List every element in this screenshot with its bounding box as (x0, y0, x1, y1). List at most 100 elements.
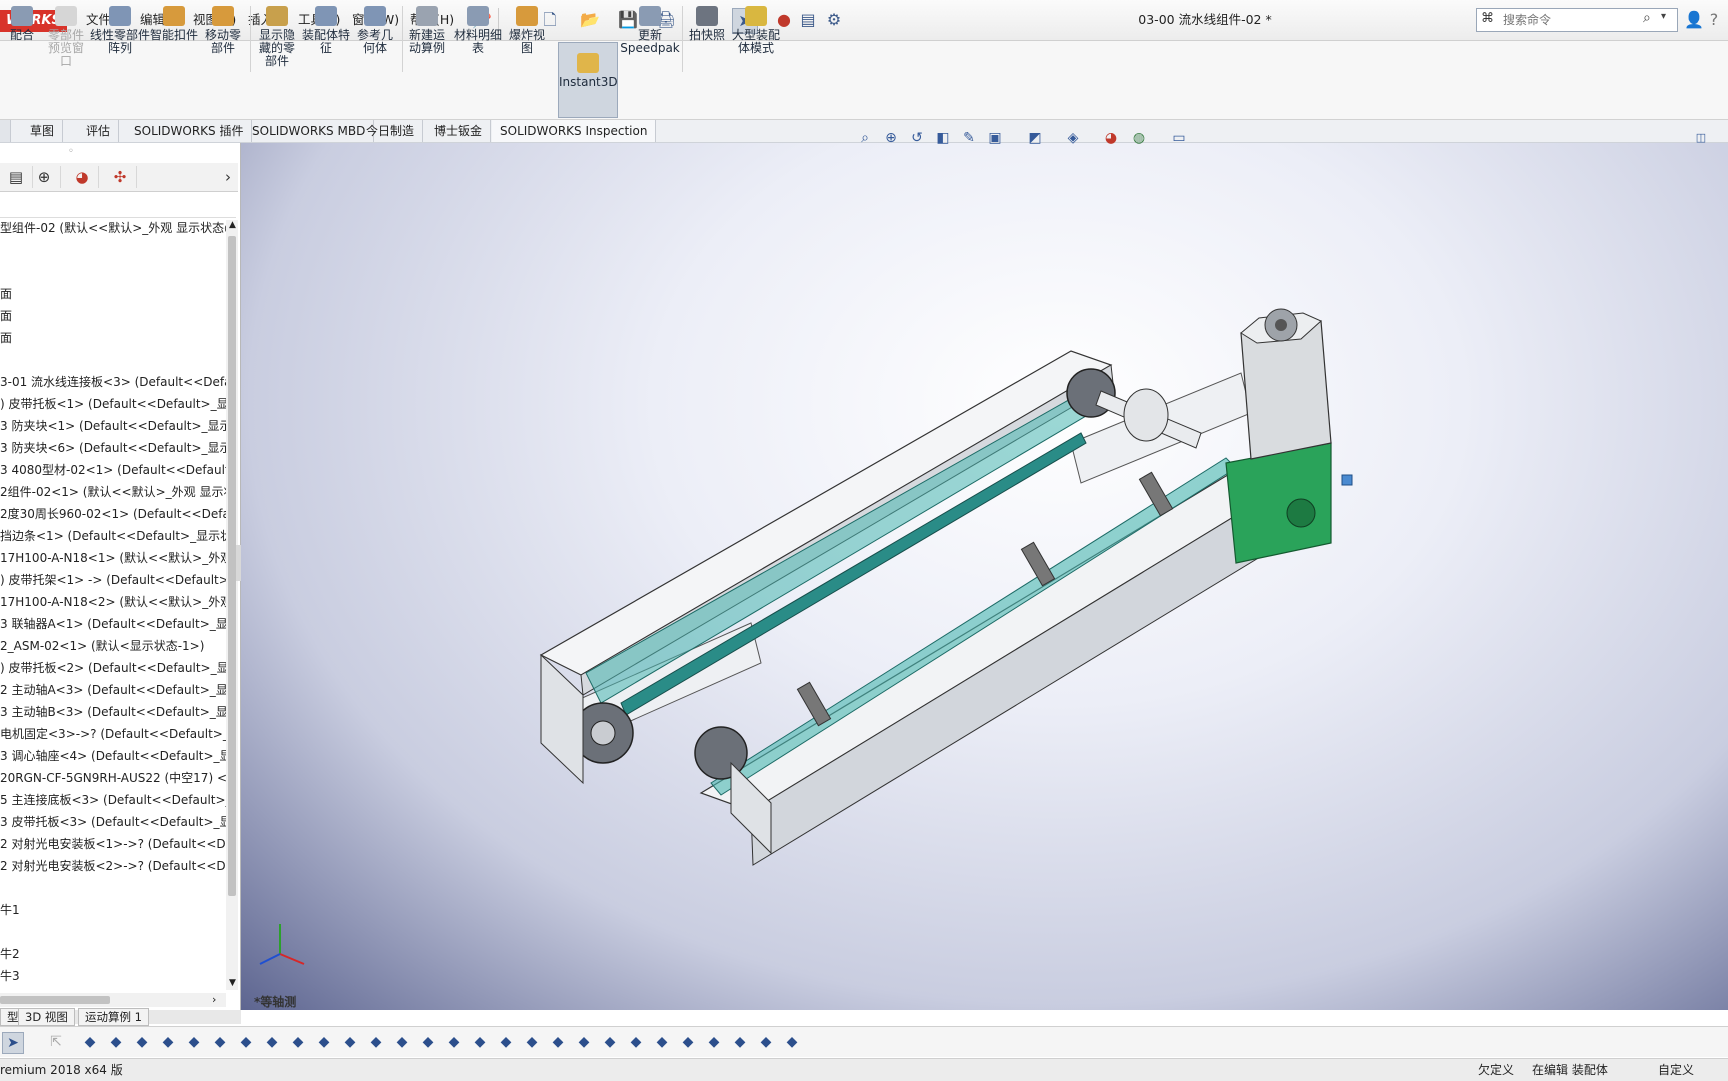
tab-sketch[interactable]: 草图 (22, 120, 64, 142)
tree-item[interactable] (0, 262, 226, 282)
move-icon[interactable]: ◆ (756, 1032, 776, 1052)
tree-item[interactable]: 3 4080型材-02<1> (Default<<Default>_显 (0, 460, 226, 480)
dynamic-annotation-icon[interactable]: ✎ (958, 128, 980, 148)
view-settings-icon[interactable]: ▭ (1168, 128, 1190, 148)
reference-geometry-button[interactable]: 参考几何体 (352, 6, 398, 76)
cube-icon[interactable]: ◆ (184, 1032, 204, 1052)
chevron-right-icon[interactable]: › (218, 166, 238, 188)
centerline-icon[interactable]: ◆ (106, 1032, 126, 1052)
tree-filter[interactable] (0, 193, 236, 218)
file-properties-icon[interactable]: ▤ (796, 8, 820, 32)
configuration-manager-icon[interactable]: ⊕ (28, 166, 61, 188)
exploded-view-button[interactable]: 爆炸视图 (504, 6, 550, 76)
tab-solidworks-addins[interactable]: SOLIDWORKS 插件 (126, 120, 253, 142)
show-icon[interactable]: ◆ (678, 1032, 698, 1052)
search-box[interactable]: ⌘ ⌕ ▾ (1476, 8, 1678, 32)
polygon-icon[interactable]: ◆ (158, 1032, 178, 1052)
assembly-features-button[interactable]: 装配体特征 (302, 6, 350, 76)
triad-handle[interactable] (1341, 474, 1353, 486)
apply-scene-icon[interactable]: ◍ (1128, 128, 1150, 148)
tree-item[interactable]: 2 主动轴A<3> (Default<<Default>_显示状 (0, 680, 226, 700)
scroll-right-icon[interactable]: › (212, 993, 216, 1006)
construction-icon[interactable]: ◆ (366, 1032, 386, 1052)
scale-icon[interactable]: ◆ (730, 1032, 750, 1052)
bill-of-materials-button[interactable]: 材料明细表 (454, 6, 502, 76)
tree-item[interactable]: 牛2 (0, 944, 226, 964)
assembly-model[interactable] (241, 143, 1728, 1010)
update-speedpak-button[interactable]: 更新Speedpak (620, 6, 680, 76)
move-component-button[interactable]: 移动零部件 (200, 6, 246, 76)
tree-item[interactable]: 2 对射光电安装板<1>->? (Default<<Defa (0, 834, 226, 854)
edit-appearance-icon[interactable]: ◕ (1100, 128, 1122, 148)
take-snapshot-button[interactable]: 拍快照 (684, 6, 730, 76)
scroll-down-icon[interactable]: ▼ (229, 978, 236, 988)
section-view-icon[interactable]: ◧ (932, 128, 954, 148)
show-hidden-components-button[interactable]: 显示隐藏的零部件 (254, 6, 300, 76)
tab-solidworks-inspection[interactable]: SOLIDWORKS Inspection (492, 120, 657, 142)
quick-snap-icon[interactable]: ◆ (574, 1032, 594, 1052)
tree-item[interactable]: 3 防夹块<6> (Default<<Default>_显示状 (0, 438, 226, 458)
tab-solidworks-mbd[interactable]: SOLIDWORKS MBD (244, 120, 375, 142)
tree-item[interactable]: 牛1 (0, 900, 226, 920)
tree-item[interactable]: 2 对射光电安装板<2>->? (Default<<Defa (0, 856, 226, 876)
tree-item[interactable]: 2度30周长960-02<1> (Default<<Default (0, 504, 226, 524)
trim-icon[interactable]: ◆ (288, 1032, 308, 1052)
convert-icon[interactable]: ◆ (444, 1032, 464, 1052)
zoom-to-fit-icon[interactable]: ⌕ (854, 128, 876, 148)
tree-item[interactable]: 面 (0, 328, 226, 348)
tree-item[interactable]: ) 皮带托板<1> (Default<<Default>_显示 (0, 394, 226, 414)
tree-item[interactable]: 电机固定<3>->? (Default<<Default>_显 (0, 724, 226, 744)
spline-icon[interactable]: ◆ (236, 1032, 256, 1052)
search-icon[interactable]: ⌕ (1643, 10, 1651, 26)
panel-collapse-handle[interactable]: ◦ (68, 146, 74, 157)
tree-item[interactable]: 2_ASM-02<1> (默认<显示状态-1>) (0, 636, 226, 656)
tab-3d-views[interactable]: 3D 视图 (18, 1008, 75, 1026)
text-icon[interactable]: ◆ (496, 1032, 516, 1052)
mirror-icon[interactable]: ◆ (392, 1032, 412, 1052)
tree-item[interactable]: 3 皮带托板<3> (Default<<Default>_显示 (0, 812, 226, 832)
view-orientation-icon[interactable]: ▣ (984, 128, 1006, 148)
appearance-icon[interactable]: ◕ (66, 166, 99, 188)
display-relations-icon[interactable]: ◆ (626, 1032, 646, 1052)
sketch-fillet-icon[interactable]: ◆ (340, 1032, 360, 1052)
tree-item[interactable]: 挡边条<1> (Default<<Default>_显示状 (0, 526, 226, 546)
search-input[interactable] (1501, 11, 1645, 29)
smart-dimension-icon[interactable]: ◆ (470, 1032, 490, 1052)
graphics-area[interactable] (241, 143, 1728, 1010)
hide-icon[interactable]: ◆ (652, 1032, 672, 1052)
tree-item[interactable] (0, 922, 226, 942)
mate-button[interactable]: 配合 (0, 6, 44, 76)
offset-icon[interactable]: ◆ (418, 1032, 438, 1052)
options-gear-icon[interactable]: ⚙ (822, 8, 846, 32)
select-tool-icon[interactable]: ➤ (2, 1032, 24, 1054)
units-status[interactable]: 自定义 (1658, 1061, 1694, 1078)
open-icon[interactable]: 📂 (578, 8, 602, 32)
component-preview-button[interactable]: 零部件预览窗口 (46, 6, 86, 76)
tab-sheetmetal-doctor[interactable]: 博士钣金 (426, 120, 492, 142)
tab-evaluate[interactable]: 评估 (78, 120, 120, 142)
tab-today-manufacturing[interactable]: 今日制造 (358, 120, 424, 142)
tree-item[interactable] (0, 878, 226, 898)
dimxpert-icon[interactable]: ✣ (104, 166, 137, 188)
tree-item[interactable]: 牛3 (0, 966, 226, 986)
tree-item[interactable]: 17H100-A-N18<2> (默认<<默认>_外观 (0, 592, 226, 612)
help-icon[interactable]: ? (1702, 8, 1726, 32)
tab-motion-study-1[interactable]: 运动算例 1 (78, 1008, 149, 1026)
select-filter-icon[interactable]: ⇱ (46, 1032, 66, 1052)
new-motion-study-button[interactable]: 新建运动算例 (404, 6, 450, 76)
hide-show-items-icon[interactable]: ◈ (1062, 128, 1084, 148)
linear-pattern-button[interactable]: 线性零部件阵列 (90, 6, 150, 76)
tree-item[interactable]: 3 联轴器A<1> (Default<<Default>_显示状 (0, 614, 226, 634)
sketch-picture-icon[interactable]: ◆ (600, 1032, 620, 1052)
ellipse-icon[interactable]: ◆ (262, 1032, 282, 1052)
line-icon[interactable]: ◆ (210, 1032, 230, 1052)
zoom-area-icon[interactable]: ⊕ (880, 128, 902, 148)
tree-item[interactable]: 3 防夹块<1> (Default<<Default>_显示状 (0, 416, 226, 436)
tree-item[interactable]: 型组件-02 (默认<<默认>_外观 显示状态@< (0, 218, 226, 238)
instant3d-button[interactable]: Instant3D (558, 42, 618, 118)
tree-item[interactable]: ) 皮带托板<2> (Default<<Default>_显示 (0, 658, 226, 678)
rectangle-icon[interactable]: ◆ (132, 1032, 152, 1052)
repair-icon[interactable]: ◆ (548, 1032, 568, 1052)
tree-item[interactable]: 面 (0, 284, 226, 304)
tree-item[interactable]: 3-01 流水线连接板<3> (Default<<Defaul (0, 372, 226, 392)
